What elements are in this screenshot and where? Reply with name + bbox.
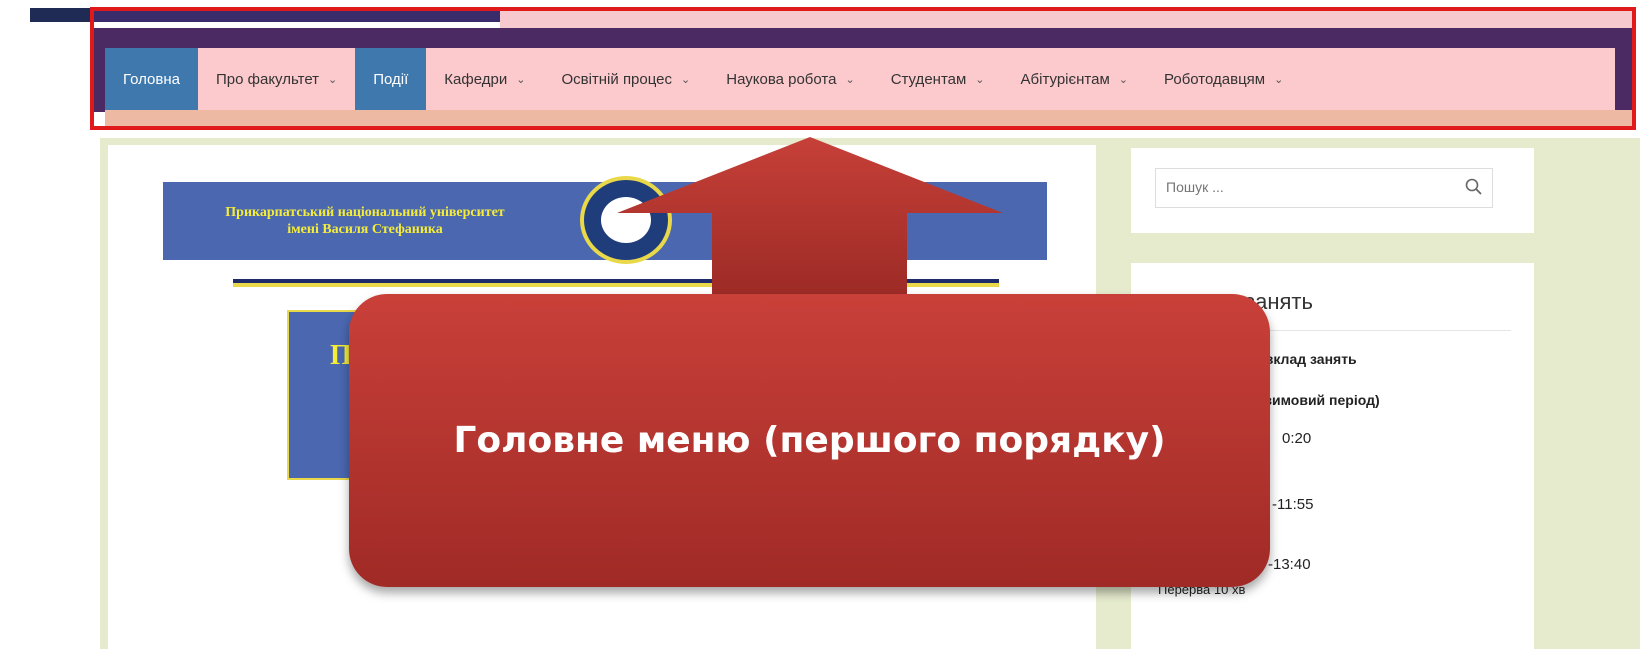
annotation-callout: Головне меню (першого порядку) xyxy=(349,294,1270,587)
callout-text: Головне меню (першого порядку) xyxy=(453,420,1166,461)
